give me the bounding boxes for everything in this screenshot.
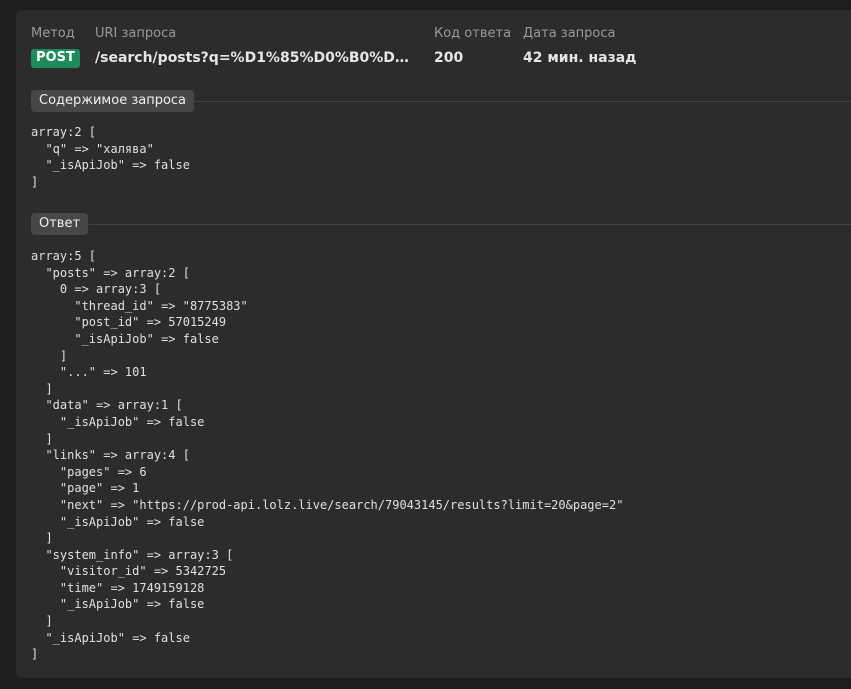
section-divider (189, 101, 851, 102)
section-divider (89, 224, 851, 225)
request-section-header: Содержимое запроса (31, 90, 851, 112)
code-line: "_isApiJob" => false (31, 414, 205, 429)
code-line: array:2 [ (31, 125, 97, 139)
uri-label: URI запроса (95, 26, 177, 41)
code-line: "data" => array:1 [ (31, 398, 183, 413)
code-line: ] (31, 647, 39, 662)
code-line: ] (31, 531, 53, 546)
code-line: "posts" => array:2 [ (31, 265, 190, 280)
response-section-header: Ответ (31, 213, 851, 235)
code-line: ] (31, 348, 68, 363)
code-line: "page" => 1 (31, 481, 140, 496)
code-line: "thread_id" => "8775383" (31, 298, 248, 313)
code-line: "_isApiJob" => false (31, 158, 190, 173)
status-code: 200 (434, 50, 464, 66)
code-line: "system_info" => array:3 [ (31, 547, 234, 562)
code-line: ] (31, 381, 53, 396)
code-line: "_isApiJob" => false (31, 514, 205, 529)
code-line: "..." => 101 (31, 365, 147, 380)
code-line: "post_id" => 57015249 (31, 315, 227, 330)
code-line: ] (31, 614, 53, 629)
request-date: 42 мин. назад (523, 50, 637, 66)
date-label: Дата запроса (523, 26, 616, 41)
code-line: "time" => 1749159128 (31, 580, 205, 595)
method-badge: POST (31, 49, 80, 68)
code-line: ] (31, 174, 39, 189)
response-section-tab[interactable]: Ответ (31, 213, 89, 235)
method-label: Метод (31, 26, 75, 41)
request-section-tab[interactable]: Содержимое запроса (31, 90, 195, 112)
code-line: "q" => "халява" (31, 141, 154, 156)
request-body: array:2 [ "q" => "халява" "_isApiJob" =>… (31, 124, 190, 190)
code-line: "_isApiJob" => false (31, 597, 205, 612)
request-details-panel: Метод URI запроса Код ответа Дата запрос… (16, 10, 851, 678)
code-line: array:5 [ (31, 249, 97, 263)
code-line: "links" => array:4 [ (31, 448, 190, 463)
code-line: ] (31, 431, 53, 446)
status-label: Код ответа (434, 26, 512, 41)
code-line: "_isApiJob" => false (31, 331, 219, 346)
code-line: "visitor_id" => 5342725 (31, 564, 227, 579)
request-uri: /search/posts?q=%D1%85%D0%B0%D0%BB%D1%8F… (95, 50, 417, 66)
code-line: 0 => array:3 [ (31, 282, 162, 297)
code-line: "pages" => 6 (31, 464, 147, 479)
response-body: array:5 [ "posts" => array:2 [ 0 => arra… (31, 248, 623, 663)
code-line: "_isApiJob" => false (31, 630, 190, 645)
code-line: "next" => "https://prod-api.lolz.live/se… (31, 497, 624, 512)
